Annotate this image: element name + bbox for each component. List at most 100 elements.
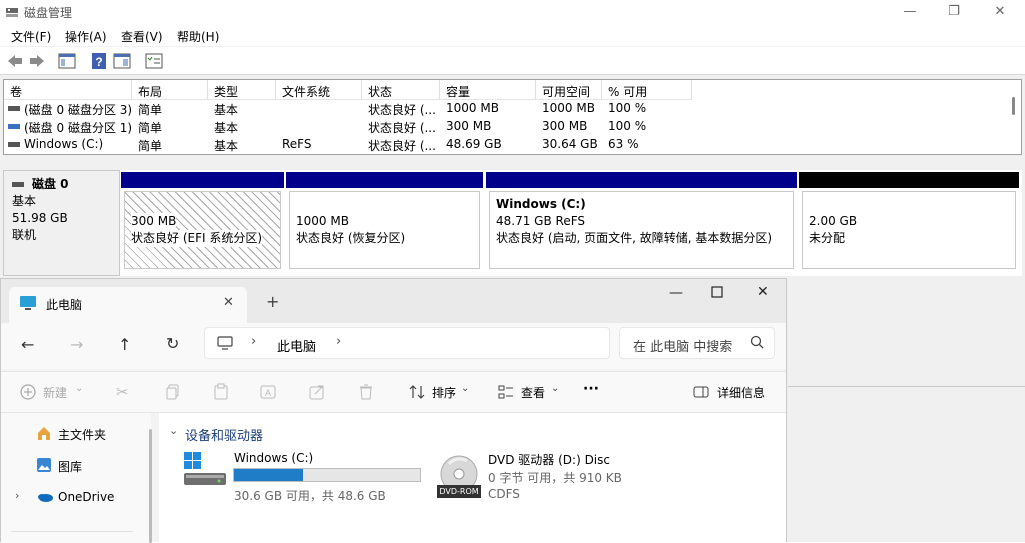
tab-bar: 此电脑 ✕ + — ✕ bbox=[1, 279, 786, 323]
title-bar: 磁盘管理 — ❐ ✕ bbox=[0, 0, 1025, 24]
partition-size: 1000 MB bbox=[296, 214, 349, 228]
rename-icon[interactable]: A bbox=[259, 383, 277, 401]
disk-0-label[interactable]: 磁盘 0 基本 51.98 GB 联机 bbox=[3, 170, 120, 276]
column-header-filesystem[interactable]: 文件系统 bbox=[276, 80, 362, 100]
dvd-rom-badge: DVD-ROM bbox=[437, 485, 481, 498]
cell-type: 基本 bbox=[214, 139, 239, 153]
column-header-percent-free[interactable]: % 可用 bbox=[602, 80, 692, 100]
cell-filesystem bbox=[276, 100, 288, 118]
menu-file[interactable]: 文件(F) bbox=[11, 28, 51, 45]
column-header-free-space[interactable]: 可用空间 bbox=[536, 80, 602, 100]
cut-icon[interactable]: ✂ bbox=[116, 383, 134, 401]
disk-icon bbox=[12, 180, 26, 189]
disk-type: 基本 bbox=[12, 194, 37, 208]
command-bar: 新建 ⌄ ✂ A 排序 ⌄ 查看 ⌄ ··· 详细信息 bbox=[1, 371, 786, 413]
chevron-right-icon[interactable]: › bbox=[251, 334, 256, 349]
search-icon[interactable] bbox=[750, 335, 764, 349]
section-header-devices[interactable]: 设备和驱动器 bbox=[185, 425, 263, 444]
minimize-button[interactable]: — bbox=[900, 3, 920, 21]
minimize-button[interactable]: — bbox=[669, 285, 683, 301]
address-bar[interactable]: › 此电脑 › bbox=[204, 327, 610, 359]
navigation-pane: 主文件夹 图库 › OneDrive bbox=[1, 413, 151, 543]
properties-icon[interactable] bbox=[113, 52, 131, 70]
paste-icon[interactable] bbox=[212, 383, 230, 401]
restore-button[interactable]: ❐ bbox=[944, 3, 964, 21]
sort-button[interactable]: 排序 bbox=[432, 384, 456, 401]
cell-percent-free: 100 % bbox=[608, 119, 647, 133]
menu-action[interactable]: 操作(A) bbox=[65, 28, 107, 45]
details-pane-icon bbox=[692, 383, 710, 401]
close-tab-icon[interactable]: ✕ bbox=[223, 295, 234, 310]
partition-name bbox=[809, 196, 1009, 213]
column-header-capacity[interactable]: 容量 bbox=[440, 80, 536, 100]
search-box[interactable]: 在 此电脑 中搜索 bbox=[619, 327, 775, 359]
partition-status: 状态良好 (恢复分区) bbox=[296, 231, 406, 245]
cell-layout: 简单 bbox=[138, 103, 163, 117]
details-button[interactable]: 详细信息 bbox=[717, 384, 765, 401]
partition-windows[interactable]: Windows (C:) 48.71 GB ReFS 状态良好 (启动, 页面文… bbox=[486, 172, 797, 272]
disk-management-app-icon bbox=[5, 5, 19, 19]
cell-free-space: 30.64 GB bbox=[542, 137, 598, 151]
up-arrow-icon[interactable]: ↑ bbox=[118, 335, 131, 354]
menu-bar: 文件(F) 操作(A) 查看(V) 帮助(H) bbox=[0, 24, 1025, 46]
menu-view[interactable]: 查看(V) bbox=[121, 28, 163, 45]
console-tree-icon[interactable] bbox=[58, 52, 76, 70]
drive-space-info: 0 字节 可用，共 910 KB bbox=[488, 471, 622, 485]
breadcrumb-this-pc[interactable]: 此电脑 bbox=[277, 336, 316, 355]
close-button[interactable]: ✕ bbox=[990, 3, 1010, 21]
cell-free-space: 300 MB bbox=[542, 119, 588, 133]
partition-name bbox=[131, 196, 274, 213]
partition-recovery[interactable]: 1000 MB 状态良好 (恢复分区) bbox=[286, 172, 483, 272]
navigation-pane-scrollbar[interactable] bbox=[149, 429, 152, 543]
drive-usage-bar bbox=[233, 468, 421, 482]
partition-size: 2.00 GB bbox=[809, 214, 858, 228]
chevron-right-icon[interactable]: › bbox=[336, 334, 341, 349]
view-button[interactable]: 查看 bbox=[521, 384, 545, 401]
share-icon[interactable] bbox=[308, 383, 326, 401]
cell-capacity: 1000 MB bbox=[446, 101, 499, 115]
forward-arrow-icon[interactable]: → bbox=[70, 335, 83, 354]
cell-capacity: 48.69 GB bbox=[446, 137, 502, 151]
volume-list-scrollbar[interactable] bbox=[1007, 80, 1021, 154]
view-icon bbox=[497, 383, 515, 401]
back-icon[interactable] bbox=[6, 52, 24, 70]
refresh-icon[interactable]: ↻ bbox=[166, 334, 179, 353]
forward-icon[interactable] bbox=[28, 52, 46, 70]
column-header-type[interactable]: 类型 bbox=[208, 80, 276, 100]
partition-efi[interactable]: 300 MB 状态良好 (EFI 系统分区) bbox=[121, 172, 284, 272]
new-plus-icon bbox=[19, 383, 37, 401]
column-header-volume[interactable]: 卷 bbox=[4, 80, 132, 100]
new-button[interactable]: 新建 bbox=[43, 384, 67, 401]
chevron-right-icon[interactable]: › bbox=[15, 489, 19, 502]
partition-bar bbox=[799, 172, 1019, 188]
partition-unallocated[interactable]: 2.00 GB 未分配 bbox=[799, 172, 1019, 272]
chevron-down-icon[interactable]: ⌄ bbox=[169, 424, 178, 437]
help-icon[interactable]: ? bbox=[90, 52, 108, 70]
drive-name: DVD 驱动器 (D:) Disc bbox=[488, 453, 610, 467]
back-arrow-icon[interactable]: ← bbox=[21, 335, 34, 354]
partition-name: Windows (C:) bbox=[496, 197, 586, 211]
search-placeholder: 在 此电脑 中搜索 bbox=[633, 340, 733, 355]
menu-help[interactable]: 帮助(H) bbox=[177, 28, 219, 45]
maximize-button[interactable] bbox=[711, 286, 723, 298]
new-tab-button[interactable]: + bbox=[266, 292, 279, 311]
cell-status: 状态良好 (... bbox=[368, 121, 436, 135]
delete-icon[interactable] bbox=[357, 383, 375, 401]
close-button[interactable]: ✕ bbox=[757, 284, 769, 300]
window-title: 磁盘管理 bbox=[24, 6, 73, 20]
more-options-button[interactable]: ··· bbox=[583, 381, 599, 397]
cloud-icon bbox=[36, 491, 54, 503]
partition-body: 2.00 GB 未分配 bbox=[802, 191, 1016, 269]
partition-name bbox=[296, 196, 473, 213]
column-header-layout[interactable]: 布局 bbox=[132, 80, 208, 100]
copy-icon[interactable] bbox=[164, 383, 182, 401]
column-header-status[interactable]: 状态 bbox=[362, 80, 440, 100]
partition-status: 状态良好 (启动, 页面文件, 故障转储, 基本数据分区) bbox=[496, 231, 773, 245]
cell-volume: (磁盘 0 磁盘分区 3) bbox=[24, 103, 133, 117]
checklist-icon[interactable] bbox=[145, 52, 163, 70]
tab-label: 此电脑 bbox=[46, 298, 83, 312]
tab-this-pc[interactable]: 此电脑 ✕ bbox=[9, 287, 247, 323]
gallery-icon bbox=[36, 457, 52, 473]
cell-type: 基本 bbox=[214, 121, 239, 135]
partition-bar bbox=[121, 172, 284, 188]
